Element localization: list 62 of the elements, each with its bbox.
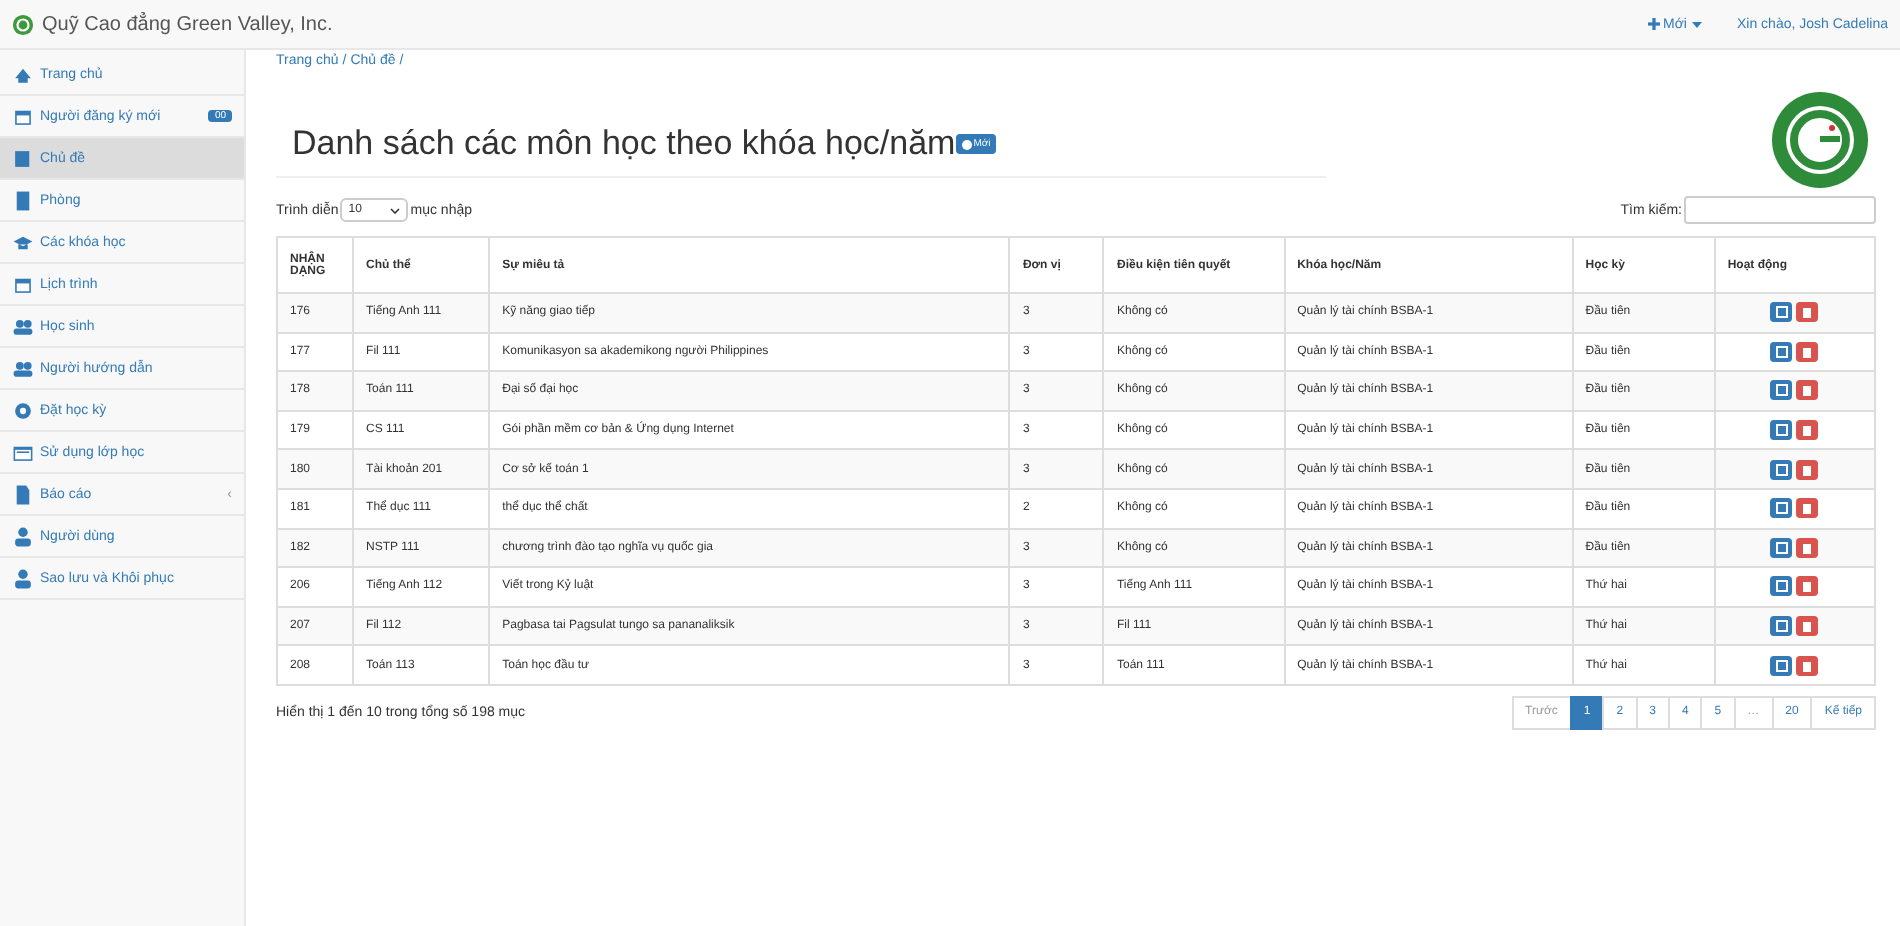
- trash-icon: [1802, 463, 1813, 476]
- edit-button[interactable]: [1770, 380, 1793, 401]
- brand-name[interactable]: Quỹ Cao đẳng Green Valley, Inc.: [42, 13, 333, 35]
- edit-button[interactable]: [1770, 655, 1793, 676]
- book-icon: [12, 147, 34, 169]
- users-icon: [12, 357, 34, 379]
- calendar-icon: [12, 105, 34, 127]
- user-icon: [12, 567, 34, 589]
- edit-button[interactable]: [1770, 302, 1793, 323]
- trash-icon: [1802, 345, 1813, 358]
- book-icon: [12, 189, 34, 211]
- users-icon: [12, 315, 34, 337]
- trash-icon: [1802, 306, 1813, 319]
- delete-button[interactable]: [1796, 576, 1819, 597]
- delete-button[interactable]: [1796, 616, 1819, 637]
- gear-icon: [12, 399, 34, 421]
- delete-button[interactable]: [1796, 302, 1819, 323]
- user-icon: [12, 525, 34, 547]
- college-seal-icon: [1772, 92, 1868, 188]
- edit-icon: [1775, 306, 1788, 319]
- edit-icon: [1775, 345, 1788, 358]
- table-icon: [12, 441, 34, 463]
- trash-icon: [1802, 620, 1813, 633]
- page-title: Danh sách các môn học theo khóa học/năm: [292, 124, 956, 164]
- edit-icon: [1775, 620, 1788, 633]
- graduation-cap-icon: [12, 231, 34, 253]
- edit-button[interactable]: [1770, 537, 1793, 558]
- logo-icon: [12, 13, 34, 35]
- trash-icon: [1802, 424, 1813, 437]
- delete-button[interactable]: [1796, 380, 1819, 401]
- trash-icon: [1802, 659, 1813, 672]
- edit-icon: [1775, 580, 1788, 593]
- plus-circle-icon: [961, 139, 972, 149]
- trash-icon: [1802, 502, 1813, 515]
- trash-icon: [1802, 541, 1813, 554]
- delete-button[interactable]: [1796, 459, 1819, 480]
- edit-icon: [1775, 384, 1788, 397]
- plus-icon: [1647, 18, 1660, 30]
- search-field[interactable]: [1684, 196, 1876, 224]
- edit-button[interactable]: [1770, 576, 1793, 597]
- trash-icon: [1802, 580, 1813, 593]
- edit-icon: [1775, 463, 1788, 476]
- delete-button[interactable]: [1796, 655, 1819, 676]
- chevron-down-icon: [390, 207, 401, 213]
- edit-button[interactable]: [1770, 459, 1793, 480]
- delete-button[interactable]: [1796, 341, 1819, 362]
- edit-icon: [1775, 502, 1788, 515]
- home-icon: [12, 63, 34, 85]
- delete-button[interactable]: [1796, 420, 1819, 441]
- edit-icon: [1775, 541, 1788, 554]
- calendar-icon: [12, 273, 34, 295]
- trash-icon: [1802, 384, 1813, 397]
- document-icon: [12, 483, 34, 505]
- delete-button[interactable]: [1796, 498, 1819, 519]
- edit-icon: [1775, 424, 1788, 437]
- caret-icon: [1691, 21, 1701, 27]
- edit-button[interactable]: [1770, 498, 1793, 519]
- delete-button[interactable]: [1796, 537, 1819, 558]
- edit-icon: [1775, 659, 1788, 672]
- edit-button[interactable]: [1770, 341, 1793, 362]
- edit-button[interactable]: [1770, 420, 1793, 441]
- edit-button[interactable]: [1770, 616, 1793, 637]
